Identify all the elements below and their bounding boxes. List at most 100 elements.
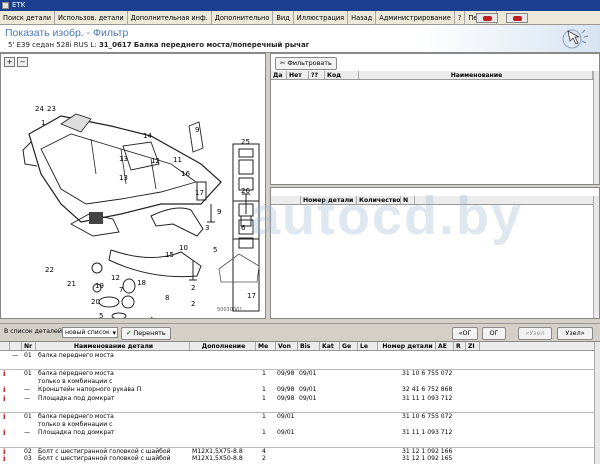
col-ge[interactable]: Ge — [340, 342, 358, 350]
table-row[interactable] — [0, 404, 600, 413]
table-row[interactable]: i 01 балка переднего моста 1 09/01 31 10… — [0, 412, 600, 421]
col-n[interactable]: N — [401, 196, 415, 204]
menu-item-view[interactable]: Вид — [273, 10, 294, 25]
vehicle-breadcrumb: 5' E39 седан 528i RUS L: 31_0617 Балка п… — [8, 41, 310, 49]
cell-name: Площадка под домкрат — [38, 429, 115, 437]
callout-label: 25 — [241, 138, 250, 146]
col-le[interactable]: Le — [358, 342, 378, 350]
menu-item-part-usage[interactable]: Использов. детали — [55, 10, 128, 25]
parts-scrollbar[interactable] — [593, 196, 599, 318]
callout-label: 8 — [165, 294, 169, 302]
parts-table-header: Номер детали Количество N — [271, 196, 593, 205]
callout-label: 12 — [151, 157, 160, 165]
col-nr[interactable]: Nr — [22, 342, 36, 350]
callout-label: 1 — [41, 119, 45, 127]
col-part-name[interactable]: Наименование детали — [36, 342, 190, 350]
callout-label: 5 — [99, 312, 103, 318]
list-toolbar: В список деталей новый список ✔ Перенять… — [0, 323, 600, 341]
cell-dash: — — [24, 386, 31, 394]
table-row[interactable]: — 01 балка переднего моста — [0, 352, 600, 361]
col-part-number[interactable]: Номер детали — [301, 196, 357, 204]
first-group-button[interactable]: «ОГ — [452, 327, 478, 340]
car-select-icon[interactable] — [506, 13, 528, 23]
col-me[interactable]: Me — [256, 342, 276, 350]
info-icon[interactable]: i — [3, 386, 5, 395]
table-row[interactable]: i — Площадка под домкрат 1 09/98 09/01 3… — [0, 395, 600, 404]
group-name: Балка переднего моста/поперечный рычаг — [133, 41, 310, 49]
group-button[interactable]: ОГ — [482, 327, 506, 340]
table-row[interactable]: i 02 Болт с шестигранной головкой с шайб… — [0, 446, 600, 456]
callout-label: 18 — [137, 279, 146, 287]
callout-label: 13 — [119, 174, 128, 182]
menu-item-illustration[interactable]: Иллюстрация — [294, 10, 349, 25]
menu-item-extra-info[interactable]: Дополнительная инф. — [128, 10, 212, 25]
list-select[interactable]: новый список — [62, 327, 118, 338]
col-no[interactable]: Нет — [287, 71, 309, 79]
menu-item-back[interactable]: Назад — [348, 10, 377, 25]
col-supplement[interactable]: Дополнение — [190, 342, 256, 350]
parts-pane: Номер детали Количество N — [270, 187, 600, 319]
list-label: В список деталей — [4, 328, 62, 335]
menu-item-part-search[interactable]: Поиск детали — [0, 10, 55, 25]
col-kat[interactable]: Kat — [320, 342, 340, 350]
cell-dash: — — [24, 395, 31, 402]
cell-nr: 01 — [24, 352, 32, 359]
illustration-pane[interactable]: + − 24 23 1 14 9 13 12 11 16 17 13 25 26… — [0, 53, 266, 319]
col-name[interactable]: Наименование — [359, 71, 593, 79]
table-row[interactable]: i 01 балка переднего моста 1 09/98 09/01… — [0, 369, 600, 378]
cell-bis: 09/01 — [299, 386, 317, 394]
cell-bis: 09/01 — [299, 395, 317, 402]
car-model-icon[interactable] — [476, 13, 498, 23]
cell-name: балка переднего моста — [38, 352, 114, 359]
col-zi[interactable]: ZI — [466, 342, 480, 350]
col-yes[interactable]: Да — [271, 71, 287, 79]
table-row[interactable] — [0, 438, 600, 447]
front-axle-diagram[interactable]: 24 23 1 14 9 13 12 11 16 17 13 25 26 6 9… — [1, 54, 265, 318]
cell-name: только в комбинации с — [38, 420, 113, 428]
col-unknown[interactable]: ?? — [309, 71, 325, 79]
callout-label: 9 — [195, 126, 199, 134]
cell-part-no: 31 12 1 092 165 — [402, 455, 453, 463]
transfer-button[interactable]: ✔ Перенять — [121, 327, 171, 340]
table-row[interactable] — [0, 361, 600, 370]
table-row[interactable]: i — Площадка под домкрат 1 09/01 31 11 1… — [0, 429, 600, 438]
cell-von: 09/01 — [277, 429, 295, 437]
parts-table-scrollbar[interactable] — [594, 342, 600, 464]
menu-item-additional[interactable]: Дополнительно — [212, 10, 274, 25]
col-r[interactable]: R — [454, 342, 466, 350]
callout-label: 22 — [45, 266, 54, 274]
prev-node-button[interactable]: «Узел — [518, 327, 552, 340]
info-icon[interactable]: i — [3, 455, 5, 464]
callout-label: 20 — [91, 298, 100, 306]
callout-label: 9 — [217, 208, 221, 216]
callout-label: 19 — [95, 282, 104, 290]
callout-label: 4 — [149, 316, 154, 318]
next-node-button[interactable]: Узел» — [557, 327, 593, 340]
page-title: Показать изобр. - Фильтр — [5, 27, 129, 39]
callout-label: 26 — [241, 187, 250, 195]
vehicle-model: 5' E39 седан 528i RUS L — [8, 41, 95, 49]
table-row[interactable]: i — Кронштейн напорного рукава П 1 09/98… — [0, 386, 600, 395]
cell-me: 2 — [262, 455, 266, 463]
filter-button[interactable]: ✂ Фильтровать — [275, 57, 337, 70]
col-quantity[interactable]: Количество — [357, 196, 401, 204]
table-row[interactable]: i 03 Болт с шестигранной головкой с шайб… — [0, 455, 600, 464]
callout-label: 16 — [181, 170, 190, 178]
menu-item-admin[interactable]: Администрирование — [376, 10, 455, 25]
callout-label: 7 — [119, 286, 123, 294]
callout-label: 5 — [213, 246, 217, 254]
info-icon[interactable]: i — [3, 429, 5, 438]
info-icon[interactable]: i — [3, 395, 5, 404]
filter-scrollbar[interactable] — [593, 71, 599, 184]
callout-label: 11 — [173, 156, 182, 164]
cell-von: 09/98 — [277, 395, 295, 402]
table-row[interactable]: только в комбинации с — [0, 421, 600, 430]
col-part-no[interactable]: Номер детали — [378, 342, 436, 350]
col-von[interactable]: Von — [276, 342, 298, 350]
menu-item-help[interactable]: ? — [455, 10, 466, 25]
col-ae[interactable]: AE — [436, 342, 454, 350]
col-bis[interactable]: Bis — [298, 342, 320, 350]
col-info — [0, 342, 10, 350]
cell-von: 09/98 — [277, 386, 295, 394]
col-code[interactable]: Код — [325, 71, 359, 79]
